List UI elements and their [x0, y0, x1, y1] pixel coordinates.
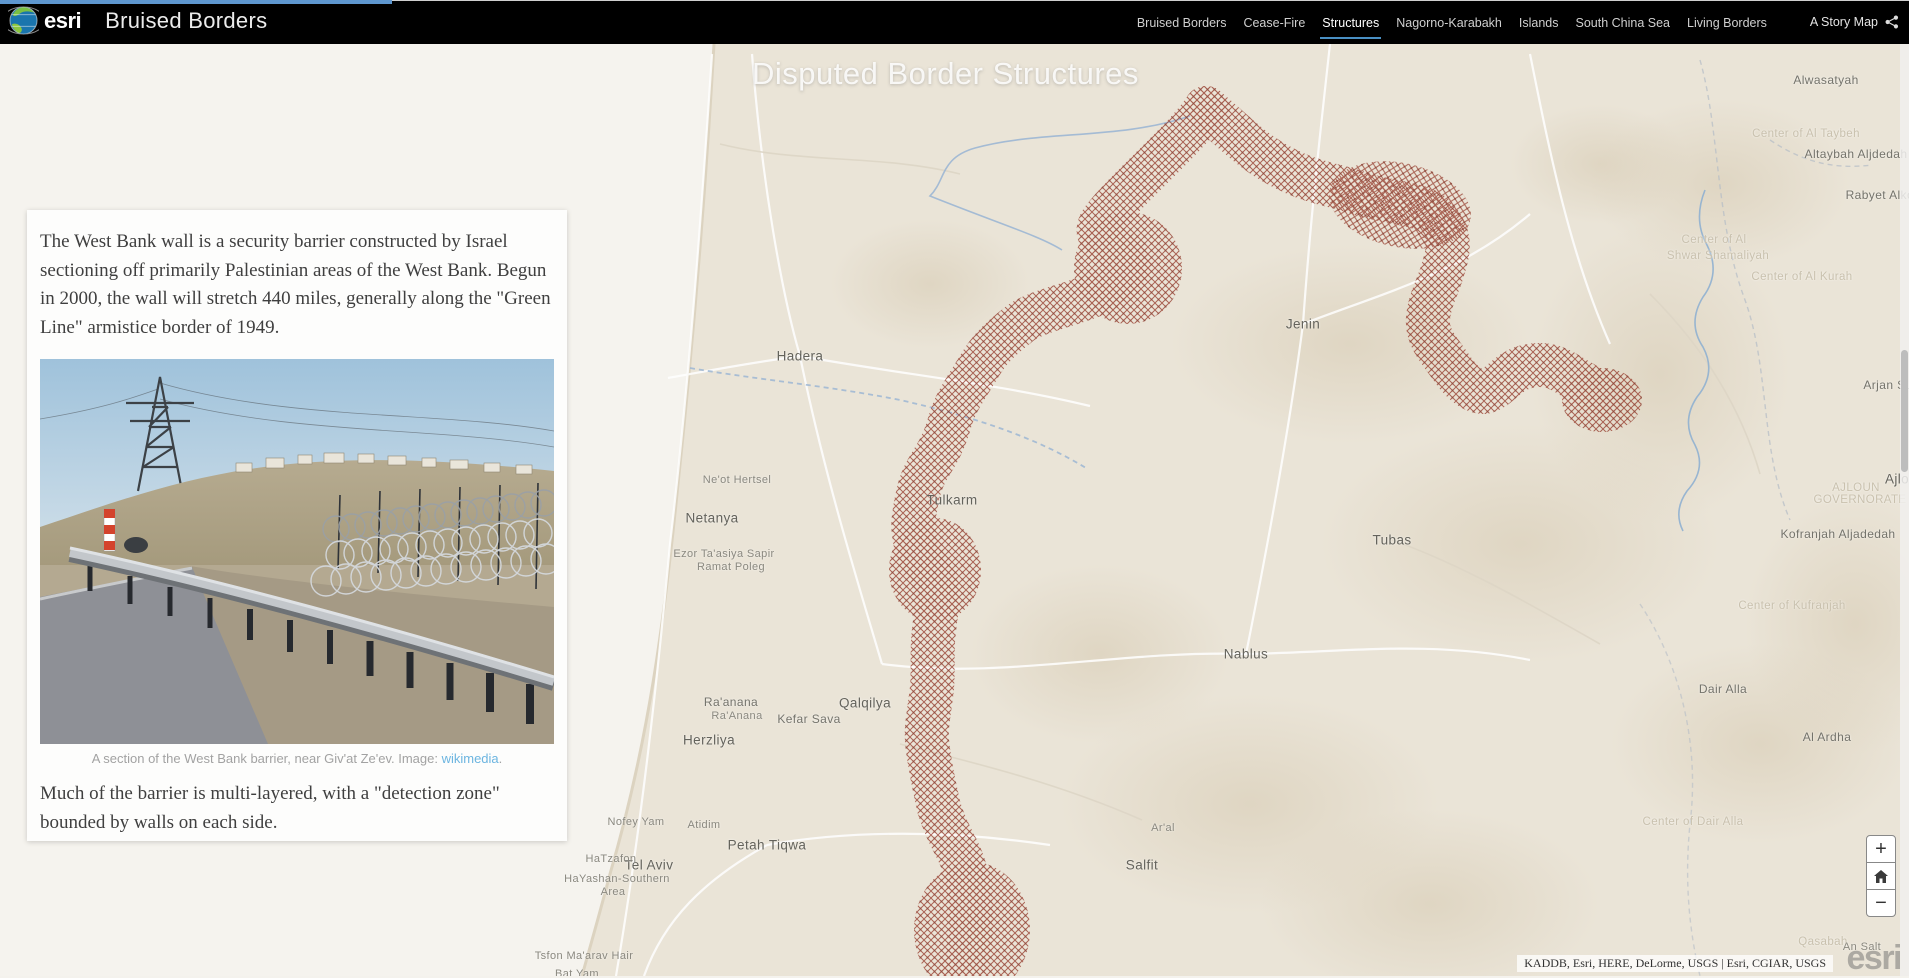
nav-structures[interactable]: Structures [1322, 2, 1379, 43]
story-map-label: A Story Map [1810, 15, 1878, 29]
caption-period: . [499, 751, 503, 766]
story-map-link[interactable]: A Story Map [1810, 15, 1899, 29]
map-title: Disputed Border Structures [752, 56, 1139, 92]
map-attribution: KADDB, Esri, HERE, DeLorme, USGS | Esri,… [1517, 955, 1833, 972]
wikimedia-link[interactable]: wikimedia [442, 751, 499, 766]
esri-globe-icon [8, 5, 39, 36]
page-scrollbar[interactable] [1900, 44, 1909, 976]
app-title: Bruised Borders [105, 8, 267, 34]
scrollbar-thumb[interactable] [1901, 350, 1908, 472]
brand: esri Bruised Borders [8, 5, 267, 36]
story-panel: The West Bank wall is a security barrier… [27, 210, 567, 841]
home-icon [1873, 869, 1889, 884]
esri-watermark: esri [1847, 939, 1902, 978]
panel-paragraph-1: The West Bank wall is a security barrier… [40, 228, 554, 342]
nav-bruised-borders[interactable]: Bruised Borders [1137, 2, 1227, 43]
nav-living-borders[interactable]: Living Borders [1687, 2, 1767, 43]
top-header: esri Bruised Borders Bruised Borders Cea… [0, 0, 1909, 44]
top-progress-bar [0, 0, 392, 4]
home-button[interactable] [1866, 862, 1896, 890]
nav-nagorno-karabakh[interactable]: Nagorno-Karabakh [1396, 2, 1502, 43]
esri-wordmark: esri [44, 8, 81, 34]
zoom-in-button[interactable]: + [1866, 835, 1896, 863]
panel-paragraph-2: Much of the barrier is multi-layered, wi… [40, 780, 554, 837]
barrier-photo [40, 359, 554, 744]
zoom-out-button[interactable]: − [1866, 889, 1896, 917]
caption-text: A section of the West Bank barrier, near… [92, 751, 442, 766]
photo-caption: A section of the West Bank barrier, near… [40, 751, 554, 766]
top-nav: Bruised Borders Cease-Fire Structures Na… [1137, 0, 1899, 44]
nav-islands[interactable]: Islands [1519, 2, 1559, 43]
nav-cease-fire[interactable]: Cease-Fire [1243, 2, 1305, 43]
share-icon[interactable] [1885, 15, 1899, 29]
zoom-control: + − [1866, 835, 1896, 917]
nav-south-china-sea[interactable]: South China Sea [1575, 2, 1670, 43]
